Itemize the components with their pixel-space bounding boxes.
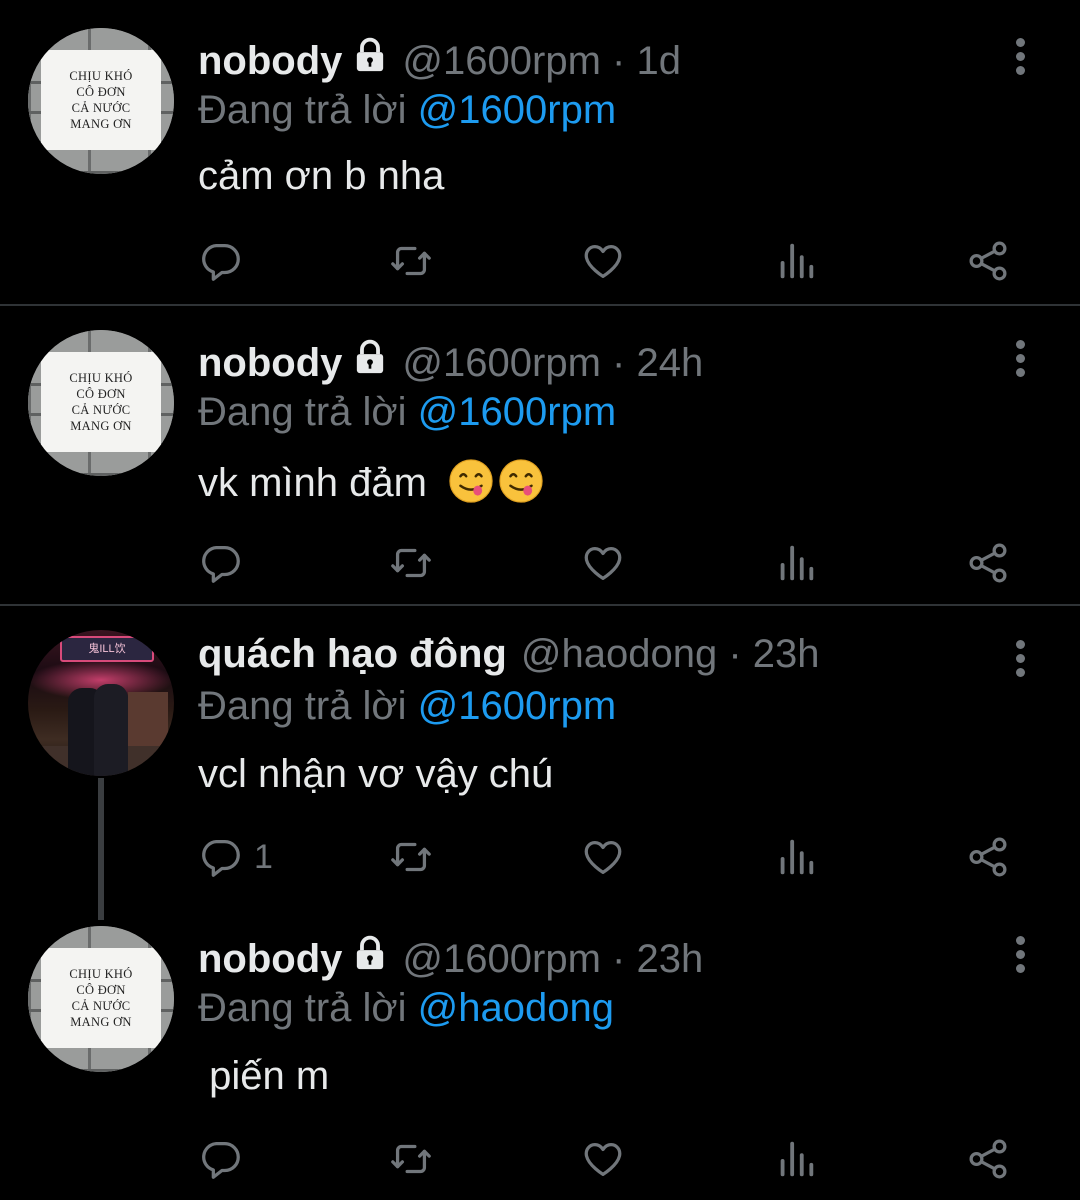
yum-emoji-icon xyxy=(498,458,544,504)
retweet-icon xyxy=(388,238,434,284)
tweet-header: nobody @1600rpm · 1d xyxy=(198,36,681,86)
tweet[interactable]: 鬼ILL饮 quách hạo đông @haodong · 23h Đang… xyxy=(0,606,1080,906)
user-handle[interactable]: @1600rpm xyxy=(402,39,600,83)
user-handle[interactable]: @1600rpm xyxy=(402,341,600,385)
like-button[interactable] xyxy=(580,236,626,286)
views-icon xyxy=(773,834,819,880)
mention-link[interactable]: @1600rpm xyxy=(418,88,616,132)
mention-link[interactable]: @1600rpm xyxy=(418,684,616,728)
display-name[interactable]: nobody xyxy=(198,341,342,386)
views-button[interactable] xyxy=(773,1134,819,1184)
tweet[interactable]: CHỊU KHÓ CÔ ĐƠN CẢ NƯỚC MANG ƠN nobody @160… xyxy=(0,306,1080,606)
views-button[interactable] xyxy=(773,236,819,286)
more-options-icon[interactable] xyxy=(1010,640,1032,680)
avatar[interactable]: CHỊU KHÓ CÔ ĐƠN CẢ NƯỚC MANG ƠN xyxy=(28,28,174,174)
more-options-icon[interactable] xyxy=(1010,936,1032,976)
reply-count: 1 xyxy=(254,837,273,876)
like-icon xyxy=(580,238,626,284)
like-icon xyxy=(580,834,626,880)
avatar[interactable]: CHỊU KHÓ CÔ ĐƠN CẢ NƯỚC MANG ƠN xyxy=(28,926,174,1072)
like-button[interactable] xyxy=(580,832,626,882)
share-button[interactable] xyxy=(965,1134,1011,1184)
display-name[interactable]: nobody xyxy=(198,39,342,84)
retweet-icon xyxy=(388,540,434,586)
timestamp[interactable]: 23h xyxy=(636,937,703,981)
share-icon xyxy=(965,1136,1011,1182)
retweet-icon xyxy=(388,834,434,880)
replying-to: Đang trả lời @1600rpm xyxy=(198,390,617,434)
tweet[interactable]: CHỊU KHÓ CÔ ĐƠN CẢ NƯỚC MANG ƠN nobody @160… xyxy=(0,0,1080,305)
avatar-sign: CHỊU KHÓ CÔ ĐƠN CẢ NƯỚC MANG ƠN xyxy=(41,352,161,452)
share-button[interactable] xyxy=(965,538,1011,588)
like-button[interactable] xyxy=(580,538,626,588)
replying-to: Đang trả lời @1600rpm xyxy=(198,684,617,728)
retweet-button[interactable] xyxy=(388,538,434,588)
share-icon xyxy=(965,238,1011,284)
tweet-header: nobody @1600rpm · 24h xyxy=(198,338,703,388)
separator: · xyxy=(612,341,626,385)
views-icon xyxy=(773,1136,819,1182)
reply-button[interactable]: 1 xyxy=(198,832,273,882)
replying-to: Đang trả lời @haodong xyxy=(198,986,614,1030)
more-options-icon[interactable] xyxy=(1010,340,1032,380)
share-icon xyxy=(965,540,1011,586)
avatar-sign: CHỊU KHÓ CÔ ĐƠN CẢ NƯỚC MANG ƠN xyxy=(41,50,161,150)
tweet-header: nobody @1600rpm · 23h xyxy=(198,934,703,984)
reply-button[interactable] xyxy=(198,538,254,588)
like-button[interactable] xyxy=(580,1134,626,1184)
retweet-button[interactable] xyxy=(388,1134,434,1184)
retweet-button[interactable] xyxy=(388,236,434,286)
reply-button[interactable] xyxy=(198,236,254,286)
share-button[interactable] xyxy=(965,236,1011,286)
reply-icon xyxy=(198,834,244,880)
retweet-icon xyxy=(388,1136,434,1182)
share-icon xyxy=(965,834,1011,880)
separator: · xyxy=(728,632,742,676)
tweet-text: piến m xyxy=(198,1054,330,1098)
avatar-neon-sign: 鬼ILL饮 xyxy=(60,636,154,662)
separator: · xyxy=(612,39,626,83)
display-name[interactable]: nobody xyxy=(198,937,342,982)
like-icon xyxy=(580,1136,626,1182)
user-handle[interactable]: @1600rpm xyxy=(402,937,600,981)
tweet-text: vcl nhận vơ vậy chú xyxy=(198,752,554,796)
tweet-text: cảm ơn b nha xyxy=(198,154,445,198)
mention-link[interactable]: @haodong xyxy=(418,986,614,1030)
replying-to: Đang trả lời @1600rpm xyxy=(198,88,617,132)
reply-icon xyxy=(198,540,244,586)
reply-icon xyxy=(198,1136,244,1182)
views-button[interactable] xyxy=(773,832,819,882)
views-icon xyxy=(773,238,819,284)
lock-icon xyxy=(352,36,388,74)
views-icon xyxy=(773,540,819,586)
tweet[interactable]: CHỊU KHÓ CÔ ĐƠN CẢ NƯỚC MANG ƠN nobody @160… xyxy=(0,906,1080,1200)
avatar-sign: CHỊU KHÓ CÔ ĐƠN CẢ NƯỚC MANG ƠN xyxy=(41,948,161,1048)
reply-button[interactable] xyxy=(198,1134,254,1184)
tweet-header: quách hạo đông @haodong · 23h xyxy=(198,632,820,682)
more-options-icon[interactable] xyxy=(1010,38,1032,78)
timestamp[interactable]: 24h xyxy=(636,341,703,385)
timestamp[interactable]: 23h xyxy=(753,632,820,676)
avatar[interactable]: CHỊU KHÓ CÔ ĐƠN CẢ NƯỚC MANG ƠN xyxy=(28,330,174,476)
share-button[interactable] xyxy=(965,832,1011,882)
display-name[interactable]: quách hạo đông xyxy=(198,632,507,677)
timestamp[interactable]: 1d xyxy=(636,39,681,83)
mention-link[interactable]: @1600rpm xyxy=(418,390,616,434)
views-button[interactable] xyxy=(773,538,819,588)
like-icon xyxy=(580,540,626,586)
lock-icon xyxy=(352,338,388,376)
reply-icon xyxy=(198,238,244,284)
tweet-text: vk mình đảm xyxy=(198,458,544,506)
user-handle[interactable]: @haodong xyxy=(521,632,717,676)
separator: · xyxy=(612,937,626,981)
retweet-button[interactable] xyxy=(388,832,434,882)
avatar[interactable]: 鬼ILL饮 xyxy=(28,630,174,776)
yum-emoji-icon xyxy=(448,458,494,504)
lock-icon xyxy=(352,934,388,972)
